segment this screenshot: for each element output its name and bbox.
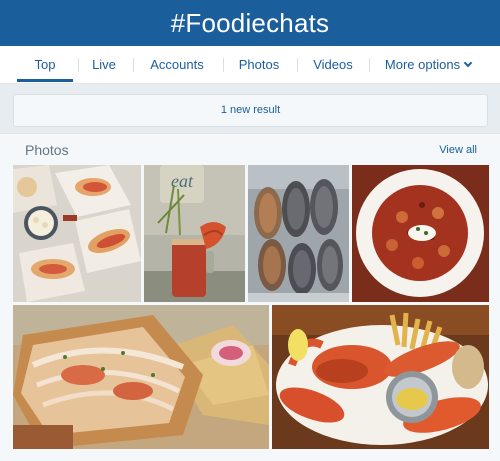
photos-section: Photos View all eat bbox=[0, 133, 500, 461]
photo-shrimp-stew[interactable] bbox=[352, 165, 489, 302]
tab-divider bbox=[78, 58, 79, 72]
view-all-link[interactable]: View all bbox=[439, 144, 477, 156]
page-title: #Foodiechats bbox=[170, 7, 330, 38]
tab-bar: Top Live Accounts Photos Videos More opt… bbox=[0, 46, 500, 84]
tab-videos[interactable]: Videos bbox=[305, 46, 361, 84]
tab-photos[interactable]: Photos bbox=[230, 46, 288, 84]
photo-lobster-plate[interactable] bbox=[272, 305, 489, 449]
photo-lobster-rolls[interactable] bbox=[13, 165, 141, 302]
chevron-down-icon bbox=[463, 58, 473, 68]
photos-section-title: Photos bbox=[25, 142, 69, 158]
tab-divider bbox=[223, 58, 224, 72]
new-results-banner[interactable]: 1 new result bbox=[13, 94, 488, 127]
tab-divider bbox=[133, 58, 134, 72]
top-header: #Foodiechats bbox=[0, 0, 500, 46]
photo-lobster-sandwich[interactable] bbox=[13, 305, 269, 449]
tab-more-options[interactable]: More options bbox=[380, 46, 476, 84]
photo-bloody-mary[interactable]: eat bbox=[144, 165, 245, 302]
photo-lobster-tails[interactable] bbox=[248, 165, 349, 302]
tab-live[interactable]: Live bbox=[84, 46, 124, 84]
tab-divider bbox=[369, 58, 370, 72]
new-results-label: 1 new result bbox=[220, 104, 281, 116]
tab-divider bbox=[297, 58, 298, 72]
tab-accounts[interactable]: Accounts bbox=[140, 46, 214, 84]
tab-top[interactable]: Top bbox=[17, 46, 73, 84]
